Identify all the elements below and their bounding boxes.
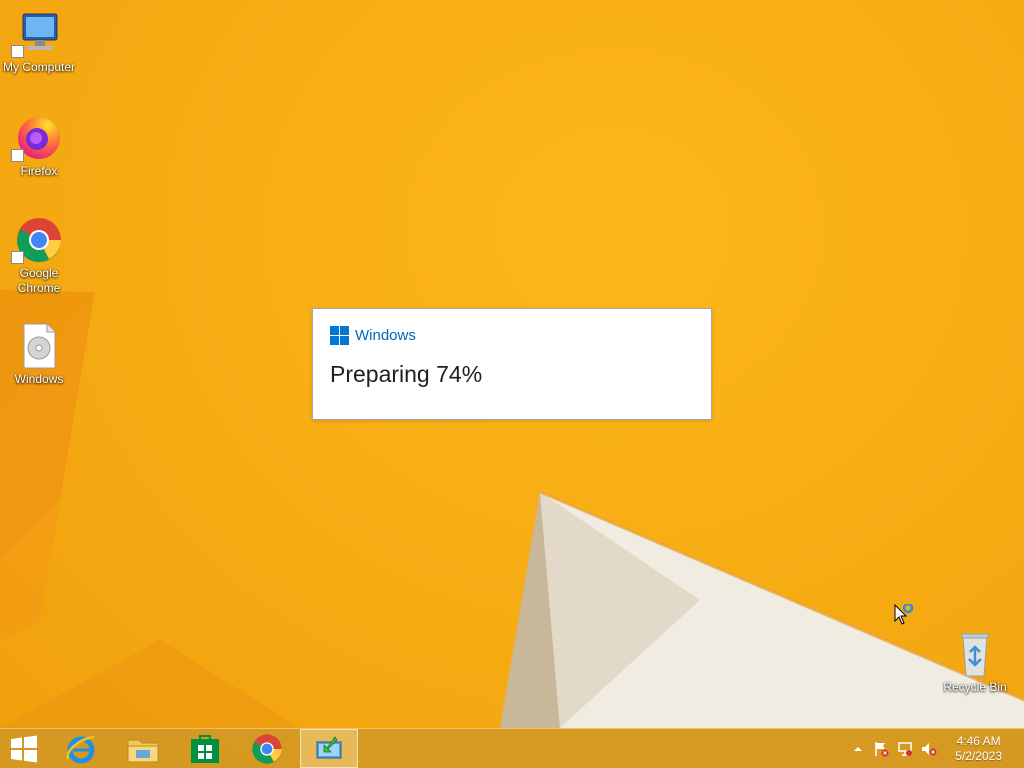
start-button[interactable] [0, 729, 48, 768]
desktop-icon-windows-iso[interactable]: Windows [1, 322, 77, 387]
desktop-icon-label: Recycle Bin [943, 680, 1007, 694]
busy-cursor-icon [894, 602, 918, 633]
desktop-icon-label: Google Chrome [17, 266, 61, 295]
windows-logo-icon [330, 326, 349, 345]
shortcut-arrow-icon [11, 149, 24, 162]
folder-icon [127, 739, 159, 762]
computer-icon [11, 10, 63, 58]
shortcut-arrow-icon [11, 45, 24, 58]
action-center-flag-icon[interactable] [873, 741, 889, 757]
internet-explorer-icon [66, 735, 95, 763]
chrome-icon [252, 733, 282, 764]
firefox-icon [11, 114, 63, 162]
setup-icon [316, 735, 342, 758]
taskbar-setup[interactable] [300, 729, 358, 768]
taskbar-store[interactable] [176, 729, 234, 768]
desktop-icon-google-chrome[interactable]: Google Chrome [1, 216, 77, 296]
desktop-icon-my-computer[interactable]: My Computer [1, 10, 77, 75]
system-clock[interactable]: 4:46 AM 5/2/2023 [955, 734, 1002, 764]
clock-time: 4:46 AM [956, 734, 1001, 748]
disc-image-icon [15, 322, 63, 370]
desktop-icon-label: Firefox [20, 164, 58, 178]
taskbar: 4:46 AM 5/2/2023 [0, 728, 1024, 768]
shortcut-arrow-icon [11, 251, 24, 264]
network-icon[interactable] [897, 741, 913, 757]
taskbar-google-chrome[interactable] [238, 729, 296, 768]
brand-text: Windows [355, 327, 416, 344]
taskbar-file-explorer[interactable] [114, 729, 172, 768]
recycle-bin-icon [951, 630, 999, 678]
desktop-icon-firefox[interactable]: Firefox [1, 114, 77, 179]
desktop-icon-label: My Computer [2, 60, 76, 74]
show-hidden-icons-icon[interactable] [850, 741, 866, 757]
desktop-icon-recycle-bin[interactable]: Recycle Bin [937, 630, 1013, 695]
clock-date: 5/2/2023 [955, 749, 1002, 763]
dialog-brand: Windows [330, 326, 416, 345]
setup-progress-dialog: Windows Preparing 74% [312, 308, 712, 420]
desktop-icon-label: Windows [14, 372, 64, 386]
chrome-icon [11, 216, 63, 264]
progress-status-text: Preparing 74% [330, 361, 483, 387]
windows-logo-icon [11, 735, 37, 762]
store-icon [191, 734, 219, 763]
volume-muted-icon[interactable] [921, 741, 937, 757]
taskbar-internet-explorer[interactable] [52, 729, 110, 768]
